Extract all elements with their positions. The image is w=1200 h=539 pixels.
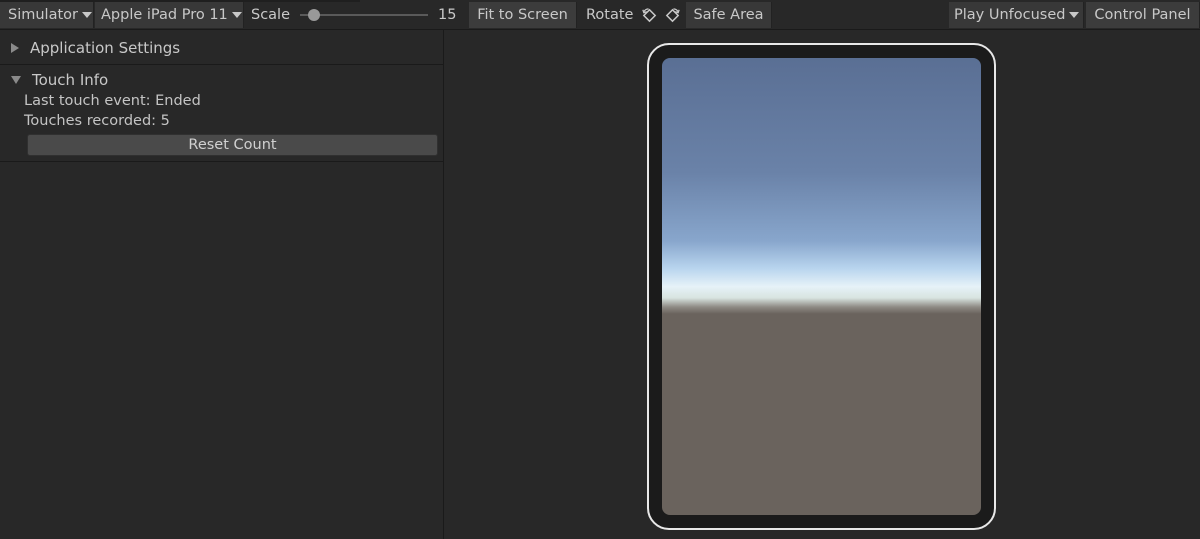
application-settings-label: Application Settings [30, 39, 181, 57]
rotate-right-icon [665, 7, 680, 22]
safe-area-label: Safe Area [693, 7, 764, 23]
scale-label-text: Scale [251, 7, 291, 23]
toolbar: Simulator Apple iPad Pro 11 Scale 15 Fit… [0, 0, 1200, 30]
device-dropdown[interactable]: Apple iPad Pro 11 [95, 2, 244, 28]
chevron-down-icon [81, 12, 92, 18]
reset-count-button[interactable]: Reset Count [27, 134, 438, 156]
collapse-triangle-icon [11, 76, 21, 84]
control-panel-label: Control Panel [1094, 7, 1191, 23]
scale-value-text: 15 [438, 7, 457, 23]
rotate-label: Rotate [586, 2, 633, 28]
play-mode-label: Play Unfocused [954, 7, 1066, 23]
left-panel: Application Settings Touch Info Last tou… [0, 30, 444, 539]
touch-info-foldout[interactable]: Touch Info [0, 64, 443, 96]
reset-count-label: Reset Count [188, 137, 277, 153]
control-panel-button[interactable]: Control Panel [1086, 2, 1200, 28]
fit-to-screen-label: Fit to Screen [477, 7, 568, 23]
rotate-left-icon [642, 7, 657, 22]
application-settings-foldout[interactable]: Application Settings [0, 32, 443, 64]
rotate-right-button[interactable] [660, 2, 681, 28]
scale-label: Scale [251, 2, 290, 28]
fit-to-screen-button[interactable]: Fit to Screen [469, 2, 577, 28]
expand-triangle-icon [11, 43, 19, 53]
scale-slider-thumb[interactable] [308, 9, 320, 21]
touches-recorded-text: Touches recorded: 5 [24, 113, 170, 129]
device-dropdown-label: Apple iPad Pro 11 [101, 7, 228, 23]
mode-dropdown-label: Simulator [8, 7, 78, 23]
play-mode-dropdown[interactable]: Play Unfocused [949, 2, 1084, 28]
last-touch-event-text: Last touch event: Ended [24, 93, 201, 109]
rotate-label-text: Rotate [586, 7, 634, 23]
mode-dropdown[interactable]: Simulator [0, 2, 94, 28]
rotate-left-button[interactable] [637, 2, 658, 28]
chevron-down-icon [231, 12, 242, 18]
chevron-down-icon [1069, 12, 1080, 18]
touch-info-label: Touch Info [32, 71, 109, 89]
scale-value: 15 [438, 2, 456, 28]
safe-area-button[interactable]: Safe Area [686, 2, 772, 28]
device-screen[interactable] [662, 58, 981, 515]
divider [0, 161, 443, 162]
